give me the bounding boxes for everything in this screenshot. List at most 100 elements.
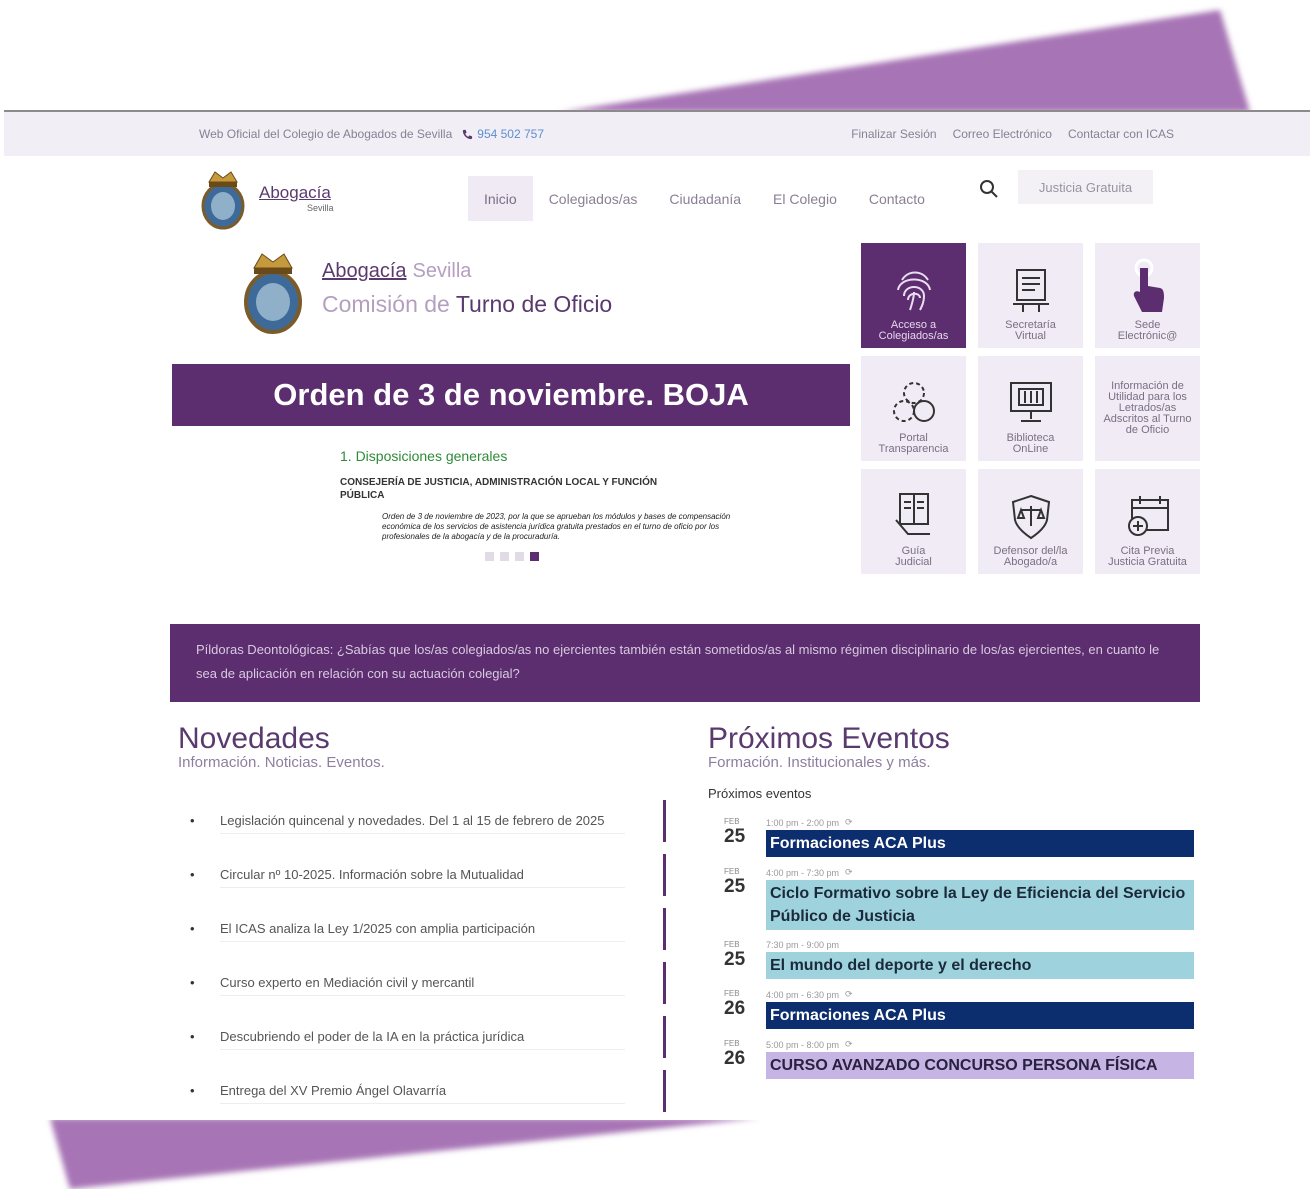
menu-item-ciudadania[interactable]: Ciudadanía	[653, 176, 757, 221]
novedades-header: Novedades Información. Noticias. Eventos…	[178, 722, 385, 772]
library-monitor-icon	[1009, 382, 1052, 422]
event-title[interactable]: El mundo del deporte y el derecho	[766, 952, 1194, 979]
event-day: 25	[724, 949, 746, 970]
event-item[interactable]: FEB 25 4:00 pm - 7:30 pm ⟳ Ciclo Formativo…	[708, 867, 1208, 930]
justicia-gratuita-button[interactable]: Justicia Gratuita	[1018, 170, 1153, 204]
event-time: 7:30 pm - 9:00 pm	[766, 940, 840, 950]
tile-biblioteca-online[interactable]: Biblioteca OnLine	[978, 356, 1083, 461]
event-day: 25	[724, 876, 746, 897]
search-icon[interactable]	[978, 178, 1000, 200]
list-item[interactable]: Legislación quincenal y novedades. Del 1…	[176, 800, 666, 842]
shield-scales-icon	[1011, 494, 1050, 540]
hero-comision: Comisión de	[322, 291, 450, 317]
doc-body: Orden de 3 de noviembre de 2023, por la …	[382, 512, 731, 541]
book-hand-icon	[894, 493, 930, 535]
novedades-list: Legislación quincenal y novedades. Del 1…	[176, 800, 666, 1120]
official-site-text: Web Oficial del Colegio de Abogados de S…	[199, 127, 453, 141]
menu-item-contacto[interactable]: Contacto	[853, 176, 941, 221]
event-month: FEB	[724, 989, 740, 998]
tile-secretaria-virtual[interactable]: Secretaría Virtual	[978, 243, 1083, 348]
event-day: 26	[724, 1048, 746, 1069]
list-item[interactable]: Entrega del XV Premio Ángel Olavarría	[176, 1070, 666, 1112]
slider-dot[interactable]	[485, 552, 494, 561]
tile-acceso-colegiados[interactable]: Acceso a Colegiados/as	[861, 243, 966, 348]
event-day: 26	[724, 998, 746, 1019]
phone-number: 954 502 757	[477, 127, 545, 141]
menu-item-inicio[interactable]: Inicio	[468, 176, 533, 221]
phone-link[interactable]: 954 502 757	[462, 127, 544, 141]
news-link[interactable]: Legislación quincenal y novedades. Del 1…	[220, 808, 625, 834]
slider-dot[interactable]	[500, 552, 509, 561]
logo-word: Abogacía	[259, 183, 331, 202]
news-link[interactable]: Entrega del XV Premio Ángel Olavarría	[220, 1078, 625, 1104]
news-link[interactable]: El ICAS analiza la Ley 1/2025 con amplia…	[220, 916, 625, 942]
tile-label-line2: OnLine	[1012, 443, 1049, 455]
tile-label-line2: Electrónic@	[1117, 330, 1178, 342]
event-title[interactable]: Formaciones ACA Plus	[766, 1002, 1194, 1029]
menu-item-el-colegio[interactable]: El Colegio	[757, 176, 853, 221]
tile-label-line2: Justicia Gratuita	[1108, 556, 1187, 568]
quick-access-tiles: Acceso a Colegiados/as Secretaría Virtua…	[861, 243, 1201, 574]
repeat-icon: ⟳	[845, 817, 853, 827]
news-link[interactable]: Curso experto en Mediación civil y merca…	[220, 970, 625, 996]
hero-turno: Turno de Oficio	[455, 291, 613, 317]
slider-dot[interactable]	[515, 552, 524, 561]
event-item[interactable]: FEB 25 7:30 pm - 9:00 pm El mundo del dep…	[708, 940, 1208, 979]
event-title[interactable]: Ciclo Formativo sobre la Ley de Eficienc…	[766, 880, 1194, 930]
tile-defensor-abogado[interactable]: Defensor del/la Abogado/a	[978, 469, 1083, 574]
novedades-subtitle: Información. Noticias. Eventos.	[178, 754, 385, 771]
news-link[interactable]: Descubriendo el poder de la IA en la prá…	[220, 1024, 625, 1050]
event-time: 5:00 pm - 8:00 pm	[766, 1039, 840, 1050]
decorative-purple-stroke-top	[560, 10, 1250, 112]
phone-icon	[463, 129, 473, 139]
slider-dot-active[interactable]	[530, 552, 539, 561]
tile-label: Información de Utilidad para los Letrado…	[1103, 380, 1192, 436]
tile-informacion-utilidad[interactable]: Información de Utilidad para los Letrado…	[1095, 356, 1200, 461]
news-link[interactable]: Circular nº 10-2025. Información sobre l…	[220, 862, 625, 888]
slider-document-image: 1. Disposiciones generales CONSEJERÍA DE…	[340, 448, 760, 542]
tile-portal-transparencia[interactable]: Portal Transparencia	[861, 356, 966, 461]
list-item[interactable]: Circular nº 10-2025. Información sobre l…	[176, 854, 666, 896]
list-item[interactable]: El ICAS analiza la Ley 1/2025 con amplia…	[176, 908, 666, 950]
slider-banner-title[interactable]: Orden de 3 de noviembre. BOJA	[172, 364, 850, 426]
tile-label-line2: Judicial	[895, 556, 932, 568]
event-item[interactable]: FEB 26 5:00 pm - 8:00 pm ⟳ CURSO AVANZADO …	[708, 1039, 1208, 1079]
tile-guia-judicial[interactable]: Guía Judicial	[861, 469, 966, 574]
list-item[interactable]: Descubriendo el poder de la IA en la prá…	[176, 1016, 666, 1058]
hero-city: Sevilla	[412, 260, 472, 282]
pildoras-deontologicas-banner: Píldoras Deontológicas: ¿Sabías que los/…	[170, 624, 1200, 702]
hero-brand: Abogacía	[322, 260, 407, 282]
novedades-title: Novedades	[178, 722, 330, 755]
event-item[interactable]: FEB 25 1:00 pm - 2:00 pm ⟳ Formaciones ACA…	[708, 817, 1208, 857]
menu-item-colegiados[interactable]: Colegiados/as	[533, 176, 654, 221]
event-time: 1:00 pm - 2:00 pm	[766, 817, 840, 828]
link-correo-electronico[interactable]: Correo Electrónico	[953, 127, 1052, 141]
top-info-bar: Web Oficial del Colegio de Abogados de S…	[4, 112, 1310, 156]
tile-sede-electronica[interactable]: Sede Electrónic@	[1095, 243, 1200, 348]
tile-label-line2: Colegiados/as	[878, 330, 949, 342]
calendar-plus-icon	[1127, 496, 1169, 536]
repeat-icon: ⟳	[845, 989, 853, 999]
menu: Inicio Colegiados/as Ciudadanía El Coleg…	[468, 176, 941, 221]
tile-label-line2: Transparencia	[878, 443, 949, 455]
doc-ministry: CONSEJERÍA DE JUSTICIA, ADMINISTRACIÓN L…	[340, 477, 658, 501]
pointer-hand-icon	[1133, 258, 1164, 312]
tile-label-line2: Virtual	[1015, 330, 1046, 342]
repeat-icon: ⟳	[845, 1039, 853, 1049]
fingerprint-icon	[896, 271, 931, 311]
tile-label-line2: Abogado/a	[1003, 556, 1058, 568]
list-item[interactable]: Curso experto en Mediación civil y merca…	[176, 962, 666, 1004]
document-desk-icon	[1012, 269, 1049, 312]
event-title[interactable]: CURSO AVANZADO CONCURSO PERSONA FÍSICA	[766, 1052, 1194, 1079]
doc-heading: 1. Disposiciones generales	[340, 448, 508, 464]
tile-cita-previa[interactable]: Cita Previa Justicia Gratuita	[1095, 469, 1200, 574]
event-title[interactable]: Formaciones ACA Plus	[766, 830, 1194, 857]
eventos-title: Próximos Eventos	[708, 722, 950, 755]
main-navigation: Abogacía Sevilla Inicio Colegiados/as Ci…	[4, 156, 1310, 236]
eventos-subtitle: Formación. Institucionales y más.	[708, 754, 931, 771]
link-finalizar-sesion[interactable]: Finalizar Sesión	[851, 127, 936, 141]
eventos-label: Próximos eventos	[708, 786, 812, 801]
site-logo[interactable]: Abogacía Sevilla	[197, 166, 334, 230]
event-item[interactable]: FEB 26 4:00 pm - 6:30 pm ⟳ Formaciones ACA…	[708, 989, 1208, 1029]
link-contactar-icas[interactable]: Contactar con ICAS	[1068, 127, 1174, 141]
